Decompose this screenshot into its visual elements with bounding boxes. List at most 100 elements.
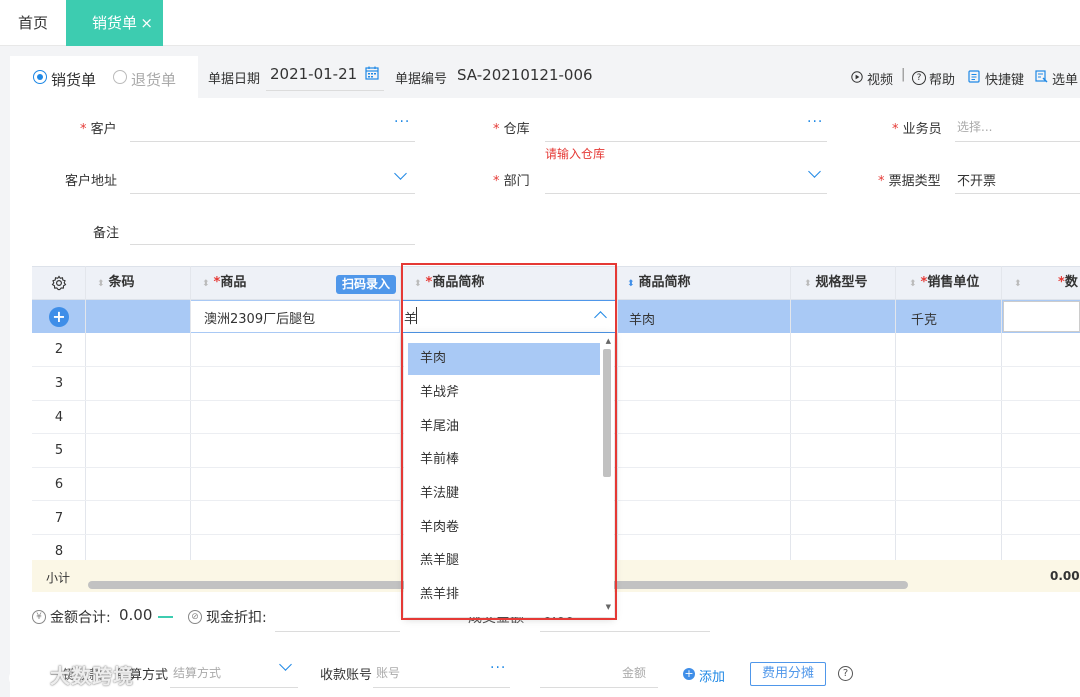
warehouse-label: * 仓库 (493, 118, 530, 137)
required-mark: * (892, 122, 899, 137)
warehouse-more-icon[interactable]: ··· (807, 114, 823, 130)
note-label: 备注 (93, 226, 120, 241)
discount-icon: ⊘ (188, 610, 202, 624)
sort-icon[interactable]: ⬍ (804, 279, 812, 289)
qty-cell[interactable] (1003, 301, 1080, 332)
warehouse-label-text: 仓库 (503, 122, 530, 137)
add-button[interactable]: 添加 (699, 666, 725, 685)
date-value[interactable]: 2021-01-21 (270, 65, 357, 83)
tab-sales-order-label: 销货单 (92, 14, 138, 32)
address-input[interactable] (130, 193, 415, 194)
row-number: 6 (54, 477, 64, 492)
customer-input[interactable] (130, 141, 415, 142)
number-value: SA-20210121-006 (457, 66, 593, 84)
date-underline (266, 90, 384, 91)
sort-icon[interactable]: ⬍ (1014, 279, 1022, 289)
col-barcode-label: 条码 (108, 275, 135, 290)
col-spec[interactable]: ⬍ 规格型号 (804, 266, 868, 300)
total-value: 0.00 (119, 606, 153, 624)
col-product[interactable]: ⬍ *商品 (202, 266, 246, 300)
date-label: 单据日期 (208, 72, 261, 87)
divider: | (901, 67, 906, 82)
salesman-label-text: 业务员 (902, 122, 942, 137)
col-unit[interactable]: ⬍ *销售单位 (909, 266, 979, 300)
settle-underline (170, 687, 298, 688)
discount-label: 现金折扣: (206, 610, 267, 626)
col-spec-label: 规格型号 (815, 275, 868, 290)
col-qty-label-wrap: *数 (1058, 266, 1078, 300)
add-icon[interactable]: + (683, 668, 695, 680)
note-input[interactable] (130, 244, 415, 245)
minus-icon (158, 616, 173, 618)
col-qty[interactable]: ⬍ (1014, 266, 1026, 300)
calendar-icon[interactable] (365, 66, 379, 80)
number-label: 单据编号 (395, 72, 448, 87)
col-short-name[interactable]: ⬍ 商品简称 (627, 266, 691, 300)
account-more-icon[interactable]: ··· (490, 660, 506, 676)
radio-return-label[interactable]: 退货单 (131, 69, 176, 90)
invoice-underline (955, 193, 1080, 194)
warehouse-input[interactable] (545, 141, 827, 142)
tab-home[interactable]: 首页 (0, 0, 66, 46)
subtotal-value: 0.000 (1050, 569, 1080, 583)
col-barcode[interactable]: ⬍ 条码 (97, 266, 135, 300)
select-order-icon[interactable] (1035, 70, 1048, 83)
row-number: 4 (54, 410, 64, 425)
salesman-input[interactable]: 选择... (957, 118, 992, 135)
required-mark: * (493, 122, 500, 137)
close-icon[interactable]: × (140, 0, 153, 46)
customer-label-text: 客户 (90, 122, 117, 137)
settle-input[interactable]: 结算方式 (173, 664, 221, 681)
help-icon[interactable]: ? (912, 71, 926, 85)
address-label: 客户地址 (65, 174, 118, 189)
amount-input[interactable]: 金额 (622, 664, 646, 681)
radio-sales[interactable] (33, 70, 47, 84)
required-mark: * (878, 174, 885, 189)
unit-cell: 千克 (911, 313, 938, 328)
yen-icon: ¥ (32, 610, 46, 624)
grid-line (790, 266, 791, 592)
product-cell-value: 澳洲2309厂后腿包 (204, 312, 316, 327)
short-name-cell: 羊肉 (629, 313, 656, 328)
radio-sales-label[interactable]: 销货单 (51, 69, 96, 90)
warehouse-error: 请输入仓库 (545, 147, 606, 161)
dept-label-text: 部门 (503, 174, 530, 189)
dept-input[interactable] (545, 193, 827, 194)
required-mark: * (80, 122, 87, 137)
invoice-value[interactable]: 不开票 (957, 170, 996, 189)
play-icon[interactable] (851, 71, 863, 83)
sort-icon[interactable]: ⬍ (909, 279, 917, 289)
sort-icon[interactable]: ⬍ (202, 279, 210, 289)
shortcut-icon[interactable] (968, 70, 980, 83)
scan-entry-button[interactable]: 扫码录入 (336, 275, 396, 294)
col-unit-label: 销售单位 (927, 275, 980, 290)
sort-icon[interactable]: ⬍ (97, 279, 105, 289)
watermark-text: 大数跨境 (49, 664, 134, 688)
subtotal-label: 小计 (46, 571, 71, 585)
shortcut-link[interactable]: 快捷键 (985, 69, 1024, 88)
salesman-label: * 业务员 (892, 118, 942, 137)
salesman-underline (955, 141, 1080, 142)
row-number: 5 (54, 443, 64, 458)
col-product-label: 商品 (220, 275, 247, 290)
sort-icon[interactable]: ⬍ (627, 279, 635, 289)
required-mark: * (1058, 275, 1065, 290)
radio-return[interactable] (113, 70, 127, 84)
video-link[interactable]: 视频 (867, 69, 893, 88)
customer-more-icon[interactable]: ··· (394, 114, 410, 130)
fee-split-button[interactable]: 费用分摊 (750, 662, 826, 686)
gear-icon[interactable] (51, 275, 67, 291)
deal-underline (540, 631, 710, 632)
tab-sales-order[interactable]: 销货单 × (66, 0, 163, 46)
add-row-icon[interactable]: + (49, 307, 69, 327)
highlight-box (401, 263, 617, 620)
row-number: 8 (54, 544, 64, 559)
row-number: 7 (54, 511, 64, 526)
help-icon[interactable]: ? (838, 666, 853, 681)
account-input[interactable]: 账号 (376, 664, 400, 681)
help-link[interactable]: 帮助 (929, 69, 955, 88)
grid-line (895, 266, 896, 592)
discount-input[interactable] (275, 631, 400, 632)
select-order-link[interactable]: 选单 (1052, 69, 1078, 88)
grid-line (617, 266, 618, 592)
